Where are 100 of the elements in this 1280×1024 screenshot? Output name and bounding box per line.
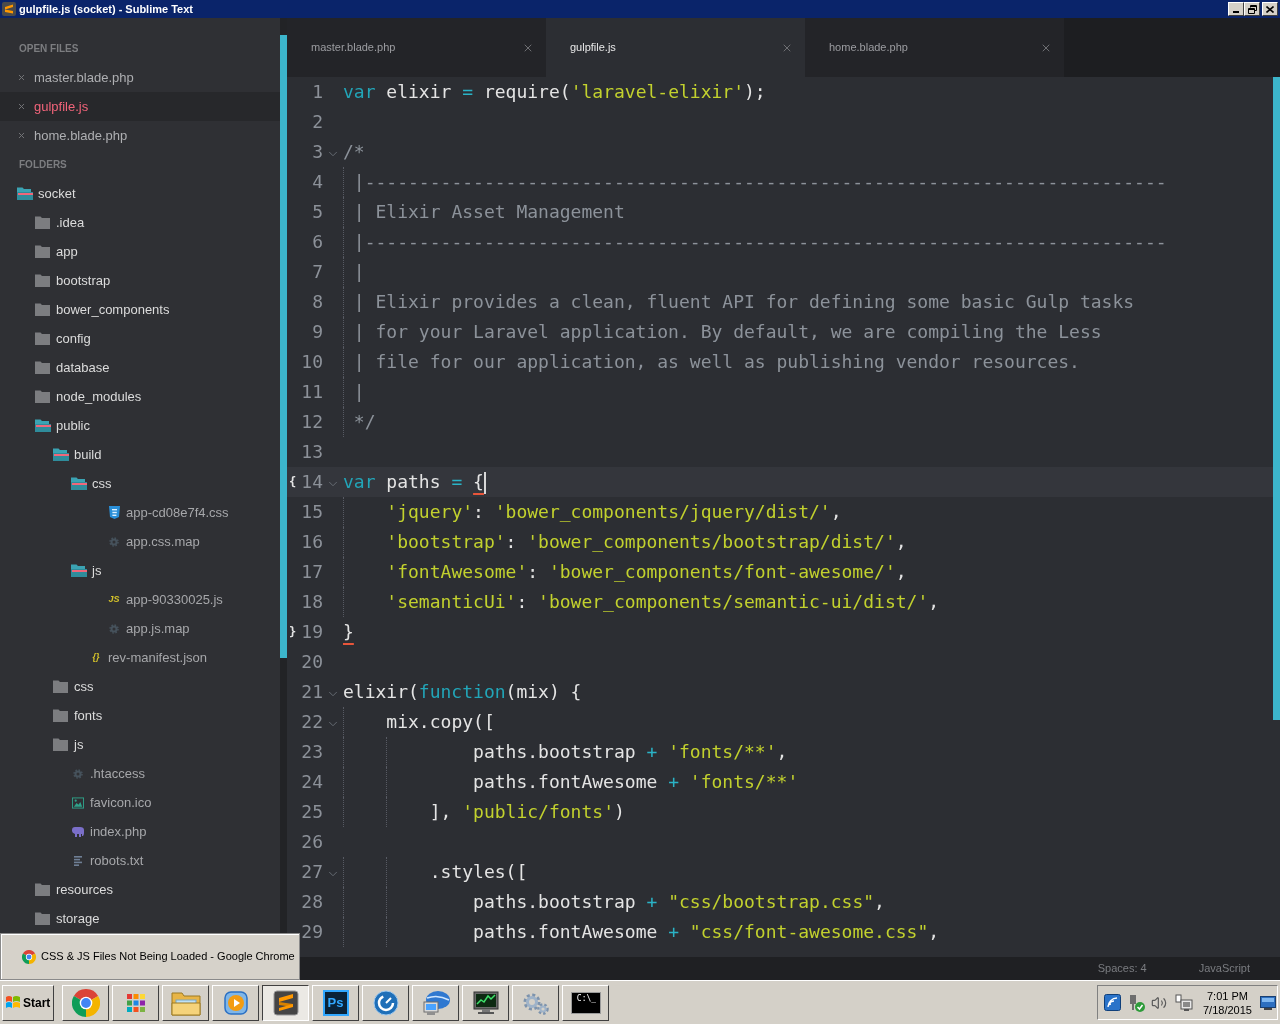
string-literal: 'bower_components/bootstrap/dist/' <box>527 531 896 552</box>
file-item[interactable]: {} rev-manifest.json <box>90 643 280 672</box>
code-text: paths.fontAwesome <box>473 771 658 792</box>
open-file-item[interactable]: master.blade.php <box>0 63 280 92</box>
code-text: , <box>874 891 885 912</box>
operator: + <box>646 891 658 912</box>
indentation-status[interactable]: Spaces: 4 <box>1097 960 1147 977</box>
restore-icon <box>1247 4 1257 14</box>
line-number: 6 <box>312 233 323 251</box>
folder-item[interactable]: config <box>35 324 280 353</box>
file-item[interactable]: app-cd08e7f4.css <box>108 498 280 527</box>
folder-item[interactable]: socket <box>17 179 280 208</box>
folder-item[interactable]: css <box>71 469 280 498</box>
app-grid-icon <box>125 992 146 1013</box>
line-number: 7 <box>312 263 323 281</box>
folder-item[interactable]: build <box>53 440 280 469</box>
file-item[interactable]: app.js.map <box>108 614 280 643</box>
bracket-marker: } <box>289 626 297 638</box>
folder-item[interactable]: app <box>35 237 280 266</box>
code-text: ], <box>429 801 452 822</box>
speaker-icon[interactable] <box>1151 994 1167 1011</box>
line-number: 23 <box>301 743 323 761</box>
folder-icon <box>170 989 201 1016</box>
line-number: 27 <box>301 863 323 881</box>
folder-item[interactable]: resources <box>35 875 280 904</box>
folder-item[interactable]: fonts <box>53 701 280 730</box>
comment-text: */ <box>353 411 376 432</box>
folder-item[interactable]: public <box>35 411 280 440</box>
restore-button[interactable] <box>1244 2 1260 16</box>
folder-item[interactable]: js <box>53 730 280 759</box>
folder-item[interactable]: js <box>71 556 280 585</box>
folder-item[interactable]: node_modules <box>35 382 280 411</box>
window-title: gulpfile.js (socket) - Sublime Text <box>19 3 193 15</box>
folder-item[interactable]: .idea <box>35 208 280 237</box>
string-literal: 'laravel-elixir' <box>570 81 744 102</box>
start-button[interactable]: Start <box>2 984 54 1021</box>
section-heading: OPEN FILES <box>19 42 79 56</box>
gear-icon <box>73 768 83 779</box>
comment-text: | <box>353 381 365 402</box>
tab[interactable]: home.blade.php <box>805 18 1064 77</box>
code-text: : <box>473 501 484 522</box>
comment-text: |-------------------------------------------------------------------------- <box>353 171 1167 192</box>
comment-text: | for your Laravel application. By default, we are compiling the Less <box>353 321 1102 342</box>
line-number: 22 <box>301 713 323 731</box>
code-text: require( <box>483 81 571 102</box>
code-text: , <box>895 531 907 552</box>
window-icon[interactable] <box>2 2 16 16</box>
taskbar-app-button[interactable]: Ps <box>312 984 359 1021</box>
comment-text: /* <box>343 141 365 162</box>
minimize-button[interactable] <box>1228 2 1244 16</box>
elephant-icon <box>72 826 84 837</box>
taskbar-app-button[interactable] <box>262 984 309 1021</box>
line-number: 29 <box>301 923 323 941</box>
close-icon <box>1266 5 1274 13</box>
scrollbar-thumb[interactable] <box>1273 77 1280 720</box>
open-file-item[interactable]: home.blade.php <box>0 121 280 150</box>
keyword: var <box>343 81 376 102</box>
file-item[interactable]: JS app-90330025.js <box>108 585 280 614</box>
close-icon[interactable] <box>17 102 26 111</box>
shield-icon <box>108 506 120 519</box>
striped-tile-icon <box>272 989 299 1016</box>
file-item[interactable]: favicon.ico <box>72 788 280 817</box>
plug-check-icon[interactable] <box>1127 993 1145 1012</box>
code-text: paths.bootstrap <box>473 741 636 762</box>
section-heading: FOLDERS <box>19 158 67 172</box>
syntax-status[interactable]: JavaScript <box>1198 960 1250 977</box>
file-item[interactable]: app.css.map <box>108 527 280 556</box>
close-icon[interactable] <box>17 73 26 82</box>
file-item[interactable]: robots.txt <box>72 846 280 875</box>
string-literal: 'semanticUi' <box>386 591 517 612</box>
string-literal: 'bootstrap' <box>386 531 506 552</box>
file-item[interactable]: .htaccess <box>72 759 280 788</box>
close-button[interactable] <box>1262 2 1278 16</box>
open-file-item[interactable]: gulpfile.js <box>0 92 280 121</box>
code-text: .styles([ <box>429 861 528 882</box>
folder-item[interactable]: bower_components <box>35 295 280 324</box>
taskbar-app-button[interactable]: C:\_ <box>562 984 609 1021</box>
app-tile: Ps <box>322 989 349 1016</box>
folder-item[interactable]: bootstrap <box>35 266 280 295</box>
code-text: , <box>895 561 907 582</box>
text-cursor <box>483 472 486 494</box>
network-computer-icon[interactable] <box>1175 993 1193 1012</box>
line-number: 1 <box>312 83 323 101</box>
operator: + <box>646 741 658 762</box>
text-lines-icon <box>74 855 82 866</box>
window-preview-tooltip[interactable]: CSS & JS Files Not Being Loaded - Google Chrome <box>0 933 300 980</box>
file-item[interactable]: index.php <box>72 817 280 846</box>
color-wheel-icon <box>22 949 36 964</box>
keyword: var <box>343 471 376 492</box>
tab[interactable]: master.blade.php <box>287 18 546 77</box>
folder-item[interactable]: database <box>35 353 280 382</box>
desktop-icon[interactable] <box>1260 995 1276 1010</box>
operator: = <box>462 81 474 102</box>
signal-tile-icon[interactable] <box>1104 994 1121 1011</box>
tab[interactable]: gulpfile.js <box>546 18 805 77</box>
close-icon[interactable] <box>17 131 26 140</box>
scrollbar-thumb[interactable] <box>280 35 287 658</box>
folder-item[interactable]: storage <box>35 904 280 933</box>
folder-item[interactable]: css <box>53 672 280 701</box>
line-number: 8 <box>312 293 323 311</box>
